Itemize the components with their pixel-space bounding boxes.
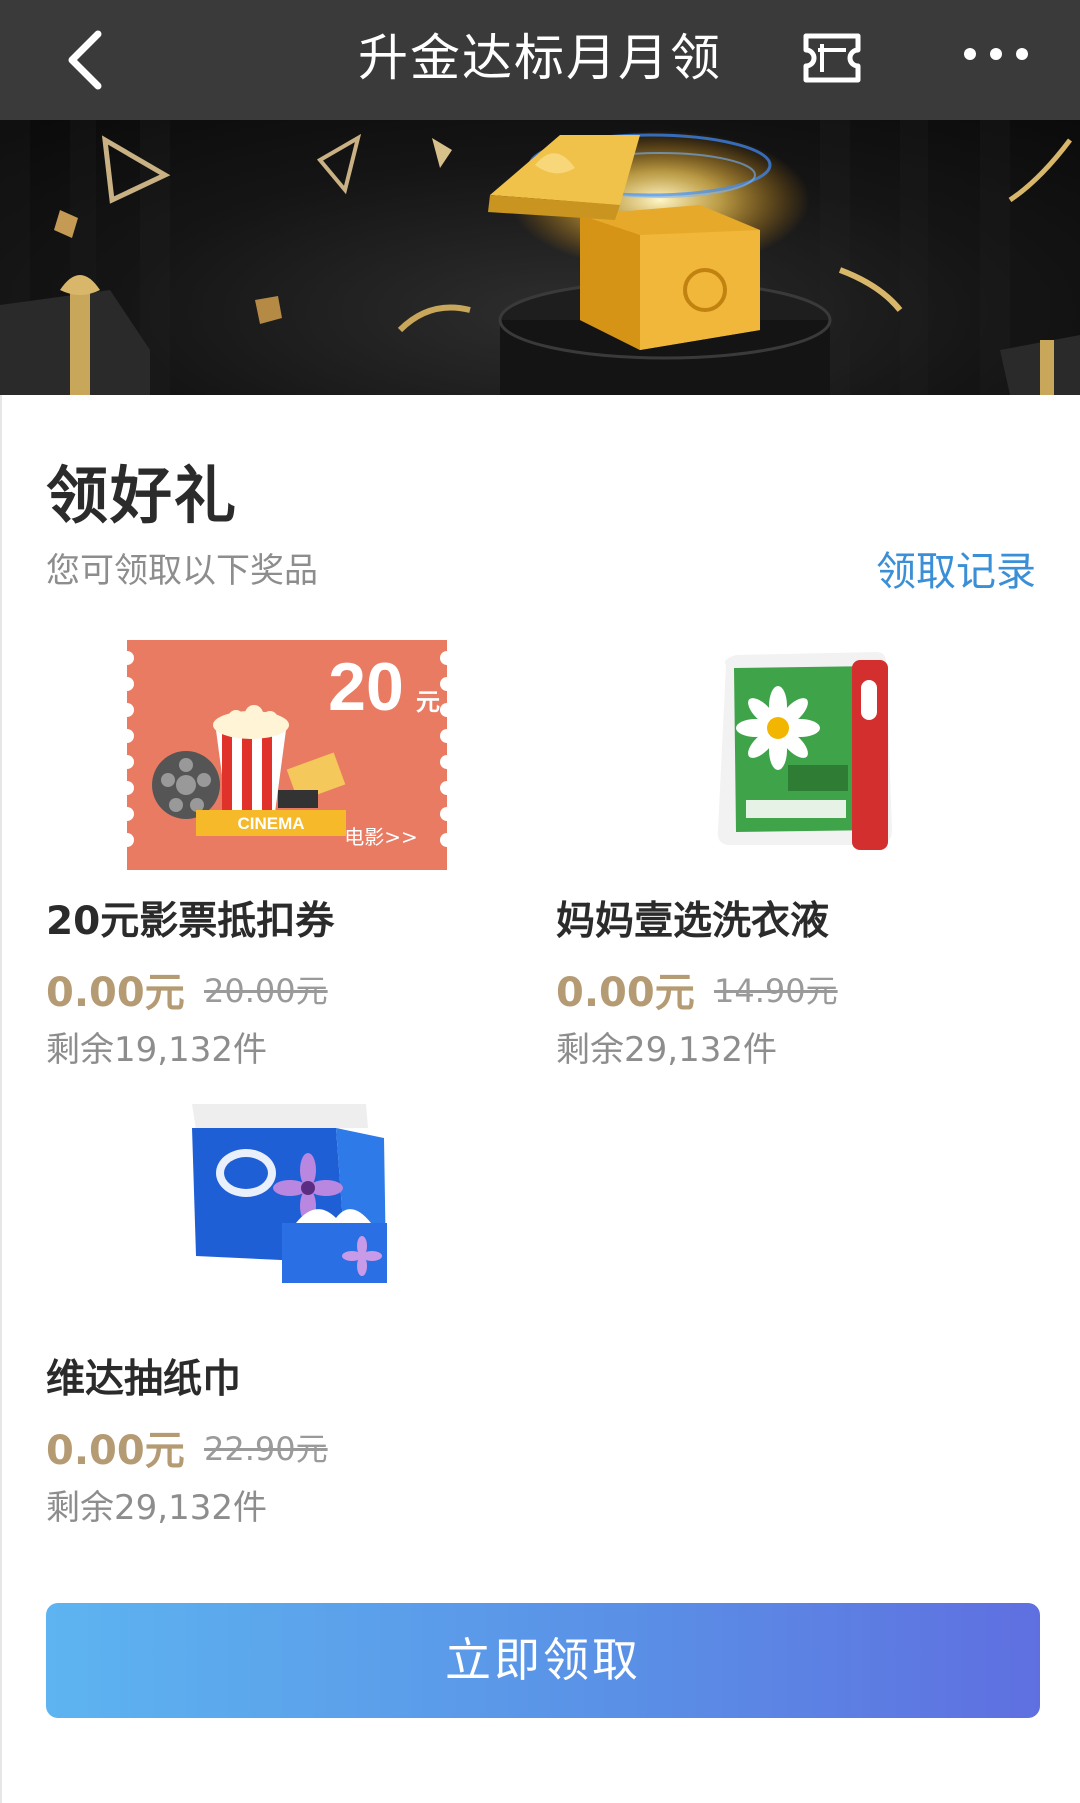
prize-price: 0.00元 — [46, 1428, 185, 1474]
prize-name: 妈妈壹选洗衣液 — [556, 899, 830, 944]
prize-original-price: 20.00元 — [204, 972, 328, 1010]
prize-name: 20元影票抵扣券 — [46, 899, 335, 944]
top-nav-bar: 升金达标月月领 — [0, 0, 1080, 120]
gift-box-banner — [0, 120, 1080, 395]
section-subtext: 您可领取以下奖品 — [46, 551, 318, 591]
prize-original-price: 14.90元 — [714, 972, 838, 1010]
ticket-icon[interactable] — [800, 30, 864, 86]
prize-remaining: 剩余19,132件 — [46, 1030, 267, 1070]
coupon-movie-link: 电影>> — [344, 825, 418, 849]
coupon-amount: 20 — [328, 649, 404, 725]
tissue-image — [192, 1104, 387, 1283]
claim-now-button[interactable]: 立即领取 — [46, 1603, 1040, 1718]
movie-coupon-image: CINEMA 20 元 电影>> — [120, 640, 454, 870]
coupon-cinema-tag: CINEMA — [237, 814, 304, 833]
more-dots-icon[interactable] — [960, 36, 1032, 72]
claim-record-link[interactable]: 领取记录 — [876, 539, 1036, 597]
coupon-unit: 元 — [416, 688, 440, 716]
banner-illustration — [0, 120, 1080, 395]
prize-remaining: 剩余29,132件 — [556, 1030, 777, 1070]
prize-name: 维达抽纸巾 — [46, 1357, 242, 1402]
detergent-image — [717, 652, 892, 850]
page-title: 升金达标月月领 — [358, 29, 722, 87]
prize-card: 领好礼 您可领取以下奖品 领取记录 CINEMA 20 元 电影>> 20元影票… — [0, 395, 1080, 1803]
prize-price: 0.00元 — [556, 970, 695, 1016]
prize-original-price: 22.90元 — [204, 1430, 328, 1468]
prize-price: 0.00元 — [46, 970, 185, 1016]
section-heading: 领好礼 — [46, 459, 239, 532]
prize-remaining: 剩余29,132件 — [46, 1488, 267, 1528]
